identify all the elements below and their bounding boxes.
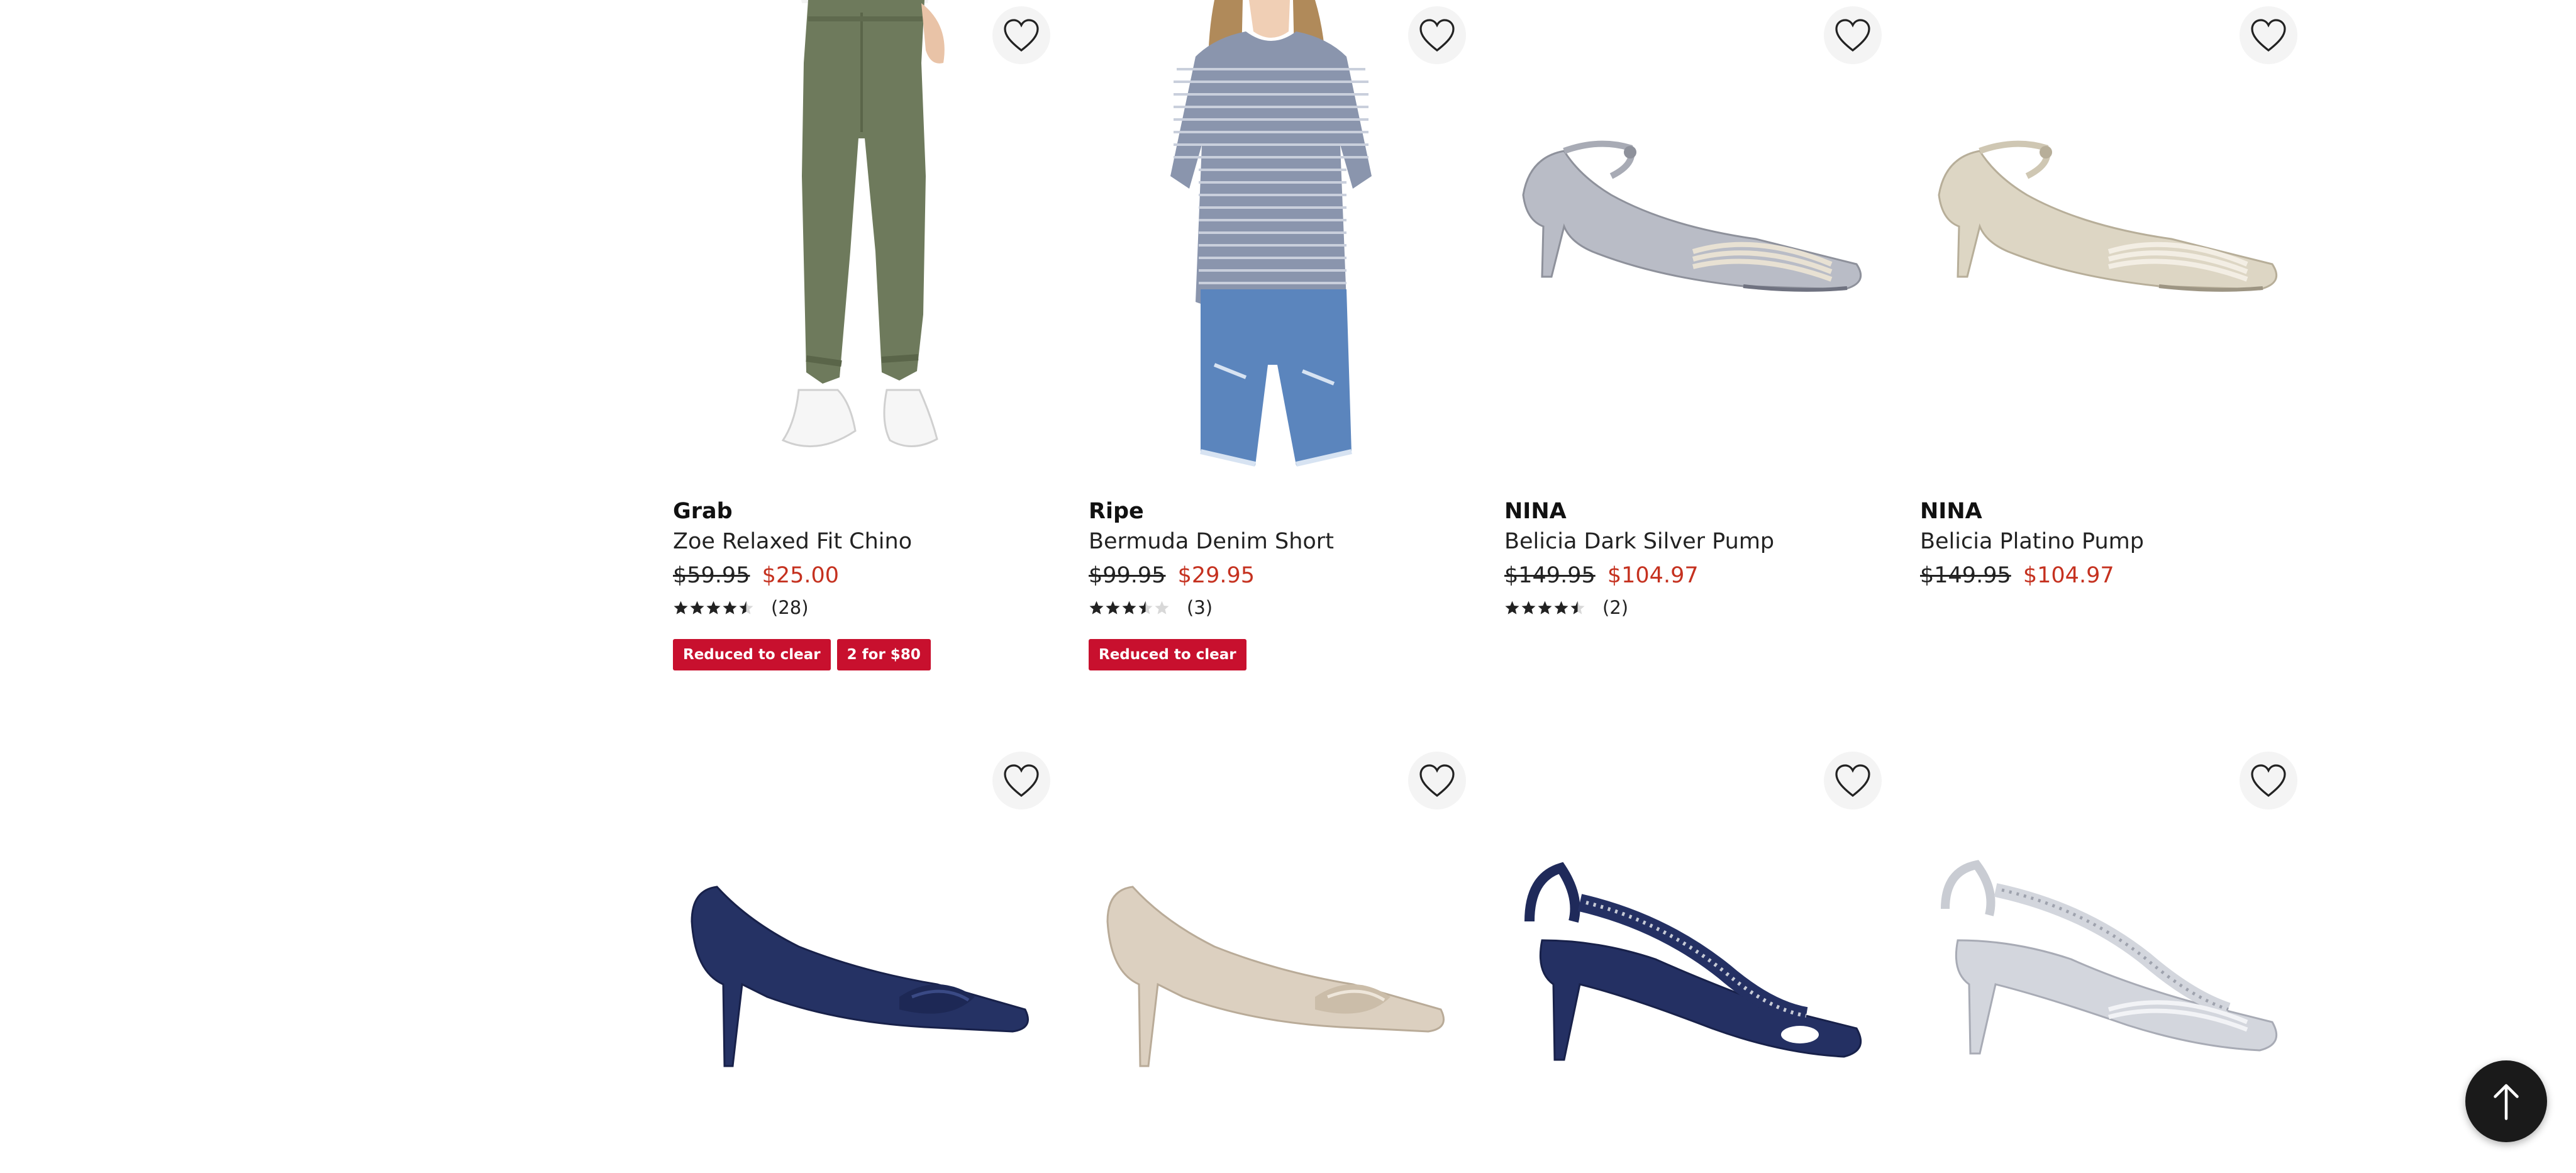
- badge-list: Reduced to clear 2 for $80: [673, 639, 1057, 670]
- product-name[interactable]: Belicia Dark Silver Pump: [1504, 526, 1888, 557]
- product-rating[interactable]: (2): [1504, 594, 1888, 621]
- product-image-link[interactable]: [1089, 0, 1472, 478]
- star-rating: [1504, 600, 1586, 616]
- star-rating: [1089, 600, 1170, 616]
- heart-outline-icon: [1419, 19, 1455, 52]
- product-card[interactable]: NINA Belicia Dark Silver Pump $149.95 $1…: [1504, 0, 1888, 618]
- star-icon: [1138, 600, 1153, 616]
- favorite-button[interactable]: [1824, 752, 1882, 809]
- product-card[interactable]: Grab Zoe Relaxed Fit Chino $59.95 $25.00…: [673, 0, 1057, 670]
- product-rating[interactable]: (28): [673, 594, 1057, 621]
- product-price: $99.95 $29.95: [1089, 557, 1472, 594]
- original-price: $59.95: [673, 563, 750, 588]
- product-rating[interactable]: (3): [1089, 594, 1472, 621]
- original-price: $149.95: [1504, 563, 1596, 588]
- product-card[interactable]: [673, 733, 1057, 1173]
- star-icon: [706, 600, 721, 616]
- star-icon: [689, 600, 705, 616]
- star-icon: [1504, 600, 1520, 616]
- product-name[interactable]: Zoe Relaxed Fit Chino: [673, 526, 1057, 557]
- heart-outline-icon: [1004, 764, 1039, 798]
- star-icon: [673, 600, 689, 616]
- star-icon: [738, 600, 754, 616]
- product-card[interactable]: [1920, 733, 2304, 1173]
- product-card[interactable]: Ripe Bermuda Denim Short $99.95 $29.95 (…: [1089, 0, 1472, 670]
- heart-outline-icon: [1004, 19, 1039, 52]
- product-grid: Grab Zoe Relaxed Fit Chino $59.95 $25.00…: [0, 0, 2576, 1171]
- star-icon: [1121, 600, 1137, 616]
- star-icon: [1521, 600, 1536, 616]
- favorite-button[interactable]: [1824, 6, 1882, 64]
- promo-badge: Reduced to clear: [1089, 639, 1246, 670]
- heart-outline-icon: [1419, 764, 1455, 798]
- product-image: [1938, 140, 2278, 292]
- sale-price: $29.95: [1177, 563, 1255, 588]
- product-brand[interactable]: Grab: [673, 497, 1057, 526]
- favorite-button[interactable]: [2240, 752, 2297, 809]
- star-icon: [1570, 600, 1585, 616]
- star-icon: [722, 600, 738, 616]
- star-icon: [1154, 600, 1170, 616]
- heart-outline-icon: [1835, 764, 1870, 798]
- product-image: [781, 0, 945, 448]
- original-price: $149.95: [1920, 563, 2011, 588]
- sale-price: $104.97: [1607, 563, 1699, 588]
- product-info: Ripe Bermuda Denim Short $99.95 $29.95 (…: [1089, 497, 1472, 670]
- favorite-button[interactable]: [992, 6, 1050, 64]
- product-info: NINA Belicia Dark Silver Pump $149.95 $1…: [1504, 497, 1888, 621]
- badge-list: Reduced to clear: [1089, 639, 1472, 670]
- favorite-button[interactable]: [2240, 6, 2297, 64]
- product-image-link[interactable]: [1920, 733, 2304, 1173]
- product-image-link[interactable]: [1504, 733, 1888, 1173]
- product-image-link[interactable]: [1504, 0, 1888, 478]
- heart-outline-icon: [2251, 764, 2286, 798]
- heart-outline-icon: [1835, 19, 1870, 52]
- product-price: $149.95 $104.97: [1920, 557, 2304, 594]
- star-rating: [673, 600, 755, 616]
- product-image: [1522, 140, 1862, 292]
- favorite-button[interactable]: [1408, 752, 1466, 809]
- heart-outline-icon: [2251, 19, 2286, 52]
- promo-badge: Reduced to clear: [673, 639, 831, 670]
- product-info: Grab Zoe Relaxed Fit Chino $59.95 $25.00…: [673, 497, 1057, 670]
- arrow-up-icon: [2494, 1084, 2519, 1120]
- star-icon: [1105, 600, 1121, 616]
- product-image-link[interactable]: [1089, 733, 1472, 1173]
- sale-price: $104.97: [2023, 563, 2114, 588]
- product-name[interactable]: Belicia Platino Pump: [1920, 526, 2304, 557]
- product-card[interactable]: [1089, 733, 1472, 1173]
- star-icon: [1089, 600, 1104, 616]
- product-image-link[interactable]: [1920, 0, 2304, 478]
- sale-price: $25.00: [762, 563, 840, 588]
- product-name[interactable]: Bermuda Denim Short: [1089, 526, 1472, 557]
- product-card[interactable]: [1504, 733, 1888, 1173]
- promo-badge: 2 for $80: [836, 639, 931, 670]
- favorite-button[interactable]: [992, 752, 1050, 809]
- product-image-link[interactable]: [673, 0, 1057, 478]
- product-price: $149.95 $104.97: [1504, 557, 1888, 594]
- favorite-button[interactable]: [1408, 6, 1466, 64]
- product-brand[interactable]: NINA: [1504, 497, 1888, 526]
- star-icon: [1553, 600, 1569, 616]
- review-count: (2): [1602, 597, 1629, 618]
- review-count: (3): [1187, 597, 1213, 618]
- review-count: (28): [771, 597, 809, 618]
- product-price: $59.95 $25.00: [673, 557, 1057, 594]
- product-card[interactable]: NINA Belicia Platino Pump $149.95 $104.9…: [1920, 0, 2304, 588]
- product-brand[interactable]: Ripe: [1089, 497, 1472, 526]
- product-image: [1170, 0, 1372, 467]
- product-image-link[interactable]: [673, 733, 1057, 1173]
- back-to-top-button[interactable]: [2465, 1060, 2547, 1142]
- original-price: $99.95: [1089, 563, 1166, 588]
- product-brand[interactable]: NINA: [1920, 497, 2304, 526]
- star-icon: [1537, 600, 1553, 616]
- product-info: NINA Belicia Platino Pump $149.95 $104.9…: [1920, 497, 2304, 594]
